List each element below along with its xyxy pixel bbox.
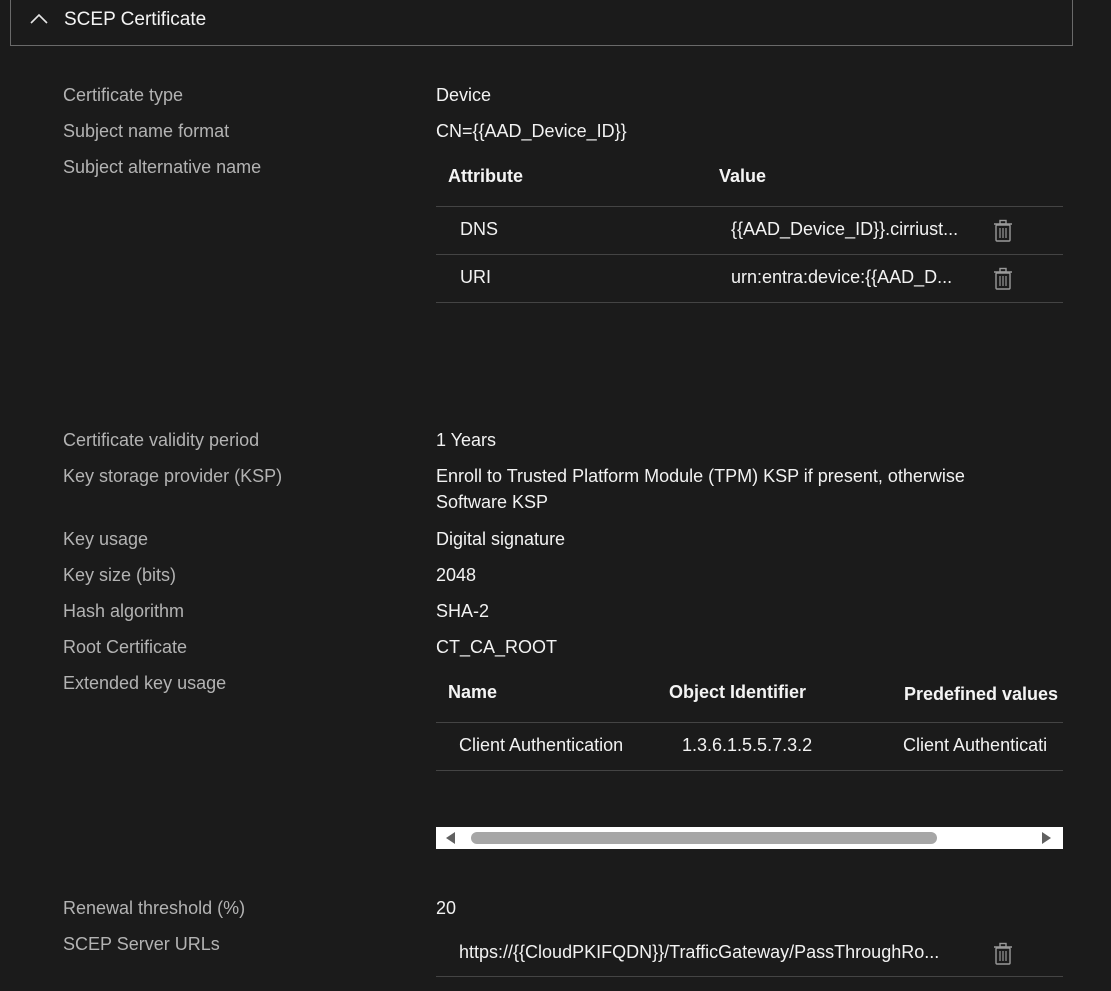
extended-key-usage-label: Extended key usage	[63, 673, 227, 693]
root-certificate-label: Root Certificate	[63, 637, 188, 657]
eku-row-oid: 1.3.6.1.5.5.7.3.2	[682, 735, 813, 755]
eku-table: Name Object Identifier Predefined values…	[436, 670, 1063, 771]
hash-algorithm-value: SHA-2	[436, 601, 490, 621]
chevron-up-icon[interactable]	[30, 12, 48, 26]
san-column-attribute: Attribute	[448, 166, 523, 186]
scroll-right-arrow-icon[interactable]	[1042, 832, 1051, 844]
key-usage-label: Key usage	[63, 529, 149, 549]
renewal-threshold-label: Renewal threshold (%)	[63, 898, 246, 918]
eku-horizontal-scrollbar[interactable]	[436, 827, 1063, 849]
key-size-label: Key size (bits)	[63, 565, 177, 585]
trash-icon[interactable]	[993, 267, 1013, 291]
table-row: DNS {{AAD_Device_ID}}.cirriust...	[436, 207, 1063, 255]
subject-name-format-label: Subject name format	[63, 121, 230, 141]
certificate-type-value: Device	[436, 85, 492, 105]
renewal-threshold-value: 20	[436, 898, 457, 918]
eku-table-header: Name Object Identifier Predefined values	[436, 670, 1063, 723]
certificate-validity-period-label: Certificate validity period	[63, 430, 260, 450]
section-title: SCEP Certificate	[64, 9, 207, 30]
san-row-value: {{AAD_Device_ID}}.cirriust...	[731, 219, 959, 239]
eku-column-oid: Object Identifier	[669, 682, 807, 702]
san-table-header: Attribute Value	[436, 154, 1063, 207]
table-row: URI urn:entra:device:{{AAD_D...	[436, 255, 1063, 303]
scroll-left-arrow-icon[interactable]	[446, 832, 455, 844]
key-storage-provider-label: Key storage provider (KSP)	[63, 466, 283, 486]
key-storage-provider-value: Enroll to Trusted Platform Module (TPM) …	[436, 466, 965, 512]
trash-icon[interactable]	[993, 219, 1013, 243]
eku-row-name: Client Authentication	[459, 735, 624, 755]
scep-certificate-page: SCEP Certificate Certificate type Device…	[0, 0, 1111, 991]
subject-name-format-value: CN={{AAD_Device_ID}}	[436, 121, 627, 141]
san-row-value: urn:entra:device:{{AAD_D...	[731, 267, 953, 287]
subject-alternative-name-label: Subject alternative name	[63, 157, 262, 177]
list-item: https://{{CloudPKIFQDN}}/TrafficGateway/…	[436, 930, 1063, 977]
hash-algorithm-label: Hash algorithm	[63, 601, 185, 621]
scep-url-value: https://{{CloudPKIFQDN}}/TrafficGateway/…	[459, 942, 940, 962]
certificate-validity-period-value: 1 Years	[436, 430, 497, 450]
root-certificate-value: CT_CA_ROOT	[436, 637, 558, 657]
eku-row-predefined: Client Authenticati	[903, 735, 1048, 755]
san-column-value: Value	[719, 166, 767, 186]
eku-column-name: Name	[448, 682, 498, 702]
key-size-value: 2048	[436, 565, 477, 585]
certificate-type-label: Certificate type	[63, 85, 184, 105]
san-row-attribute: DNS	[460, 219, 499, 239]
scep-certificate-section-header[interactable]: SCEP Certificate	[10, 0, 1073, 46]
scrollbar-thumb[interactable]	[471, 832, 937, 844]
eku-column-predefined: Predefined values	[904, 684, 1059, 704]
table-row: Client Authentication 1.3.6.1.5.5.7.3.2 …	[436, 723, 1063, 771]
key-usage-value: Digital signature	[436, 529, 566, 549]
scep-server-urls-label: SCEP Server URLs	[63, 934, 220, 954]
scep-urls-list: https://{{CloudPKIFQDN}}/TrafficGateway/…	[436, 930, 1063, 977]
san-row-attribute: URI	[460, 267, 491, 287]
trash-icon[interactable]	[993, 942, 1013, 966]
san-table: Attribute Value DNS {{AAD_Device_ID}}.ci…	[436, 154, 1063, 303]
